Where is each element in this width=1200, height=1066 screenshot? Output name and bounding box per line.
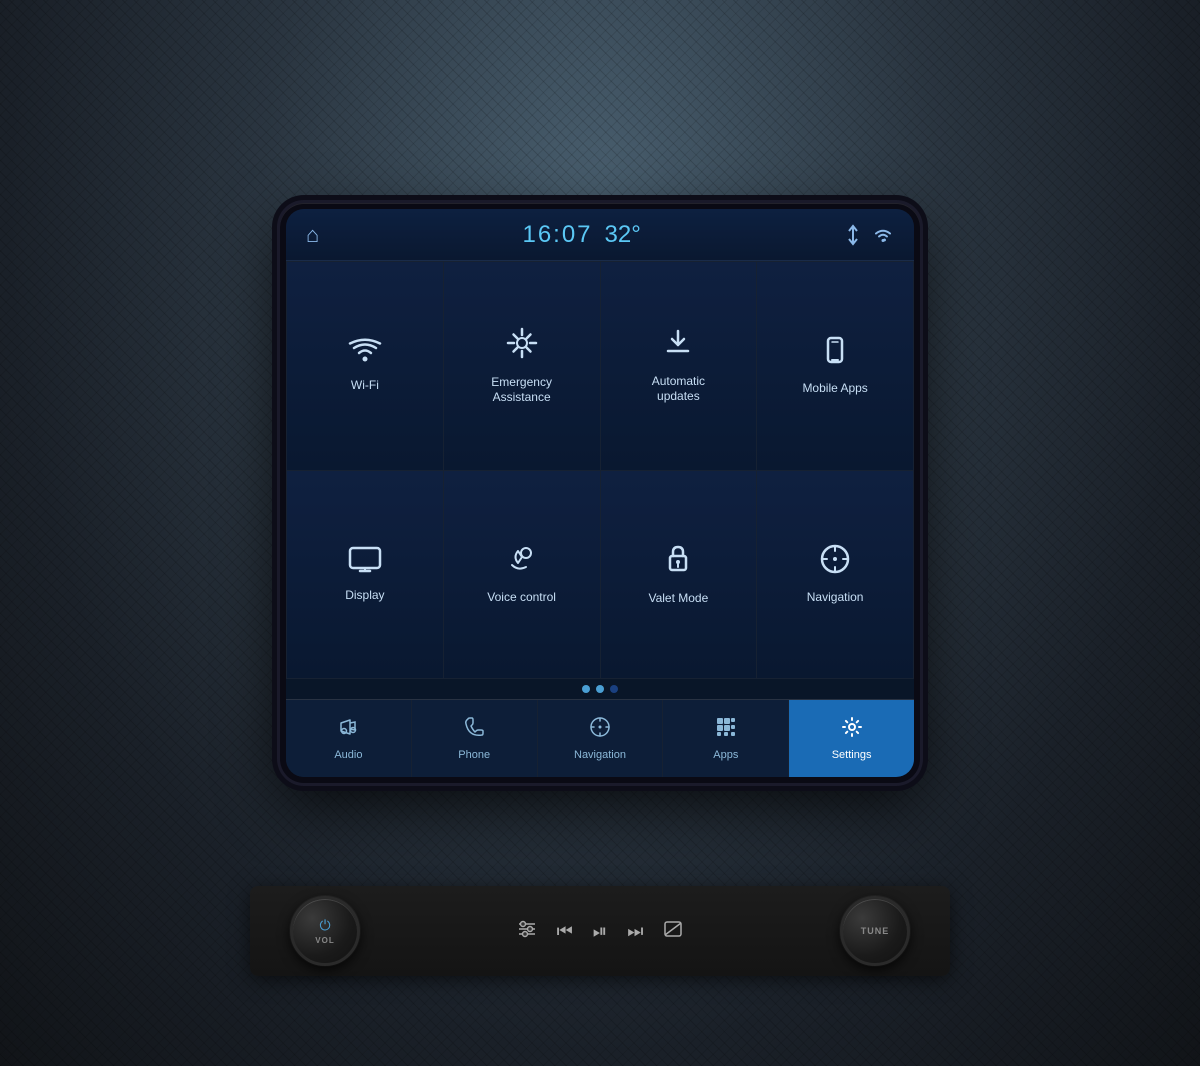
header-center: 16:07 32° — [522, 221, 640, 249]
nav-audio[interactable]: Audio — [286, 700, 411, 777]
eq-button[interactable] — [517, 920, 537, 943]
wifi-cell[interactable]: Wi-Fi — [287, 262, 443, 470]
next-button[interactable]: ⏭ — [627, 921, 643, 942]
audio-icon — [337, 716, 359, 744]
physical-controls: ⏻ VOL ⏮ ⏯ ⏭ TUN — [250, 886, 950, 976]
display-cell[interactable]: Display — [287, 471, 443, 679]
updates-icon — [662, 327, 694, 364]
apps-label: Apps — [713, 749, 738, 761]
time-display: 16:07 — [522, 221, 592, 249]
wifi-header-icon — [872, 226, 894, 244]
nav-settings[interactable]: Settings — [789, 700, 914, 777]
navigation-cell[interactable]: Navigation — [757, 471, 913, 679]
wifi-icon — [348, 337, 382, 368]
dot-2 — [596, 685, 604, 693]
play-pause-button[interactable]: ⏯ — [593, 921, 607, 942]
phone-label: Phone — [458, 749, 490, 761]
emergency-cell[interactable]: EmergencyAssistance — [444, 262, 600, 470]
nav-navigation[interactable]: Navigation — [538, 700, 663, 777]
vol-label: VOL — [315, 936, 334, 945]
signal-sort-icon — [844, 224, 862, 246]
tune-label: TUNE — [861, 926, 890, 936]
voice-icon — [506, 543, 538, 580]
emergency-label: EmergencyAssistance — [491, 375, 552, 406]
screen-container: ⌂ 16:07 32° — [280, 203, 920, 783]
page-dots — [286, 679, 914, 699]
mobile-apps-cell[interactable]: Mobile Apps — [757, 262, 913, 470]
temperature-display: 32° — [605, 221, 641, 249]
phone-icon — [463, 716, 485, 744]
header-left: ⌂ — [306, 222, 319, 248]
updates-label: Automaticupdates — [652, 374, 705, 405]
mobile-apps-icon — [819, 334, 851, 371]
tune-knob[interactable]: TUNE — [840, 896, 910, 966]
settings-icon — [841, 716, 863, 744]
volume-knob[interactable]: ⏻ VOL — [290, 896, 360, 966]
navigation-bar: Audio Phone — [286, 699, 914, 777]
header-bar: ⌂ 16:07 32° — [286, 209, 914, 261]
navigation-nav-label: Navigation — [574, 749, 626, 761]
settings-label: Settings — [832, 749, 872, 761]
navigation-grid-label: Navigation — [807, 590, 864, 606]
display-icon — [347, 545, 383, 578]
screen-button[interactable] — [663, 920, 683, 943]
nav-phone[interactable]: Phone — [412, 700, 537, 777]
home-icon[interactable]: ⌂ — [306, 222, 319, 248]
updates-cell[interactable]: Automaticupdates — [601, 262, 757, 470]
nav-navigation-icon — [589, 716, 611, 744]
display-label: Display — [345, 588, 384, 604]
media-controls: ⏮ ⏯ ⏭ — [517, 920, 684, 943]
power-icon: ⏻ — [319, 917, 330, 934]
dot-1 — [582, 685, 590, 693]
voice-cell[interactable]: Voice control — [444, 471, 600, 679]
prev-button[interactable]: ⏮ — [557, 921, 573, 942]
valet-label: Valet Mode — [648, 591, 708, 607]
audio-label: Audio — [334, 749, 362, 761]
valet-cell[interactable]: Valet Mode — [601, 471, 757, 679]
mobile-apps-label: Mobile Apps — [802, 381, 867, 397]
settings-grid: Wi-Fi EmergencyAssistance — [286, 261, 914, 679]
voice-label: Voice control — [487, 590, 556, 606]
nav-apps[interactable]: Apps — [663, 700, 788, 777]
apps-icon — [715, 716, 737, 744]
valet-icon — [662, 542, 694, 581]
emergency-icon — [505, 326, 539, 365]
infotainment-screen: ⌂ 16:07 32° — [286, 209, 914, 777]
dot-3 — [610, 685, 618, 693]
header-right — [844, 224, 894, 246]
wifi-label: Wi-Fi — [351, 378, 379, 394]
navigation-icon — [819, 543, 851, 580]
